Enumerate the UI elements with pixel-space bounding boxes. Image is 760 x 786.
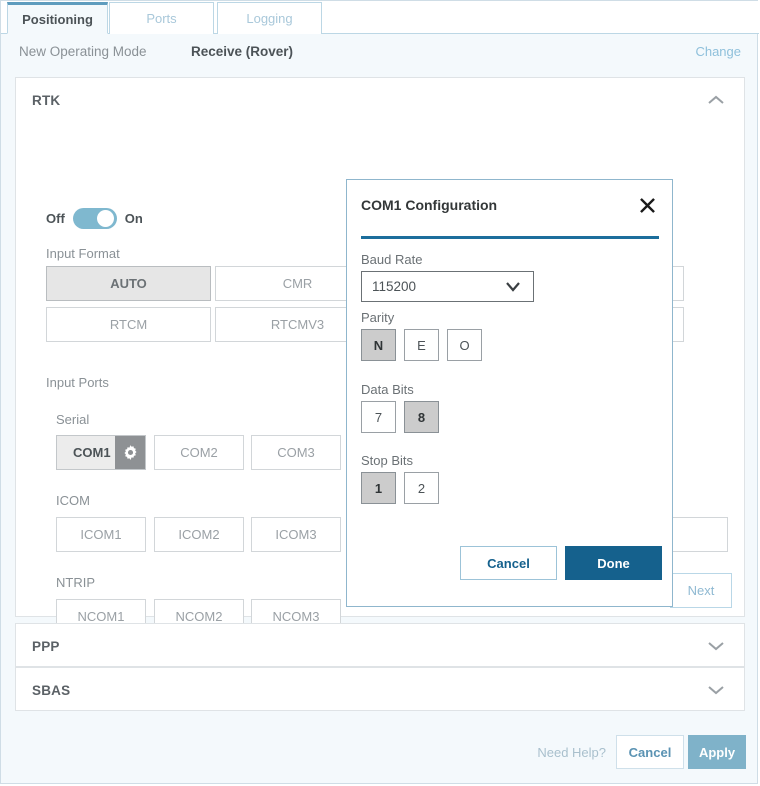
port-button-icom1-label: ICOM1 (80, 527, 122, 542)
panel-rtk-title: RTK (32, 92, 61, 108)
panel-sbas: SBAS (15, 667, 745, 711)
port-button-icom3-label: ICOM3 (275, 527, 317, 542)
serial-group-label: Serial (56, 412, 90, 427)
tab-logging[interactable]: Logging (217, 2, 322, 34)
parity-option-n[interactable]: N (361, 329, 396, 361)
change-mode-link[interactable]: Change (695, 44, 741, 59)
tab-positioning-label: Positioning (22, 11, 93, 27)
application-window: Positioning Ports Logging New Operating … (0, 0, 759, 785)
input-format-option-rtcmv3-label: RTCMV3 (270, 317, 325, 332)
chevron-down-icon (505, 281, 521, 293)
data-bits-option-7-label: 7 (374, 409, 383, 425)
rtk-toggle-switch[interactable] (72, 207, 117, 229)
parity-option-e[interactable]: E (404, 329, 439, 361)
dialog-done-button[interactable]: Done (565, 546, 662, 580)
data-bits-option-8-label: 8 (417, 409, 426, 425)
close-icon[interactable] (636, 194, 658, 216)
dialog-done-label: Done (597, 555, 630, 571)
port-button-com3[interactable]: COM3 (251, 435, 341, 470)
panel-sbas-title: SBAS (32, 682, 71, 698)
data-bits-option-7[interactable]: 7 (361, 401, 396, 433)
port-button-icom2-label: ICOM2 (178, 527, 220, 542)
parity-label: Parity (361, 310, 395, 325)
dialog-cancel-button[interactable]: Cancel (460, 546, 557, 580)
icom-group-label: ICOM (56, 493, 90, 508)
footer-bar: Need Help? Cancel Apply (1, 719, 759, 785)
port-button-ncom2-label: NCOM2 (175, 609, 223, 624)
operating-mode-bar: New Operating Mode Receive (Rover) Chang… (1, 35, 759, 71)
port-button-icom1[interactable]: ICOM1 (56, 517, 146, 552)
stop-bits-option-2[interactable]: 2 (404, 472, 439, 504)
apply-button-label: Apply (698, 744, 736, 760)
gear-icon[interactable] (115, 436, 145, 469)
next-button-label: Next (687, 583, 715, 598)
baud-rate-label: Baud Rate (361, 252, 423, 267)
parity-option-n-label: N (373, 337, 384, 353)
rtk-toggle-knob (96, 209, 114, 227)
tab-ports-label: Ports (146, 11, 177, 26)
stop-bits-option-2-label: 2 (417, 480, 426, 496)
com1-configuration-dialog: COM1 Configuration Baud Rate 115200 Pari… (346, 179, 673, 607)
panel-ppp-header[interactable]: PPP (16, 624, 744, 668)
dialog-title: COM1 Configuration (361, 197, 498, 213)
input-format-option-rtcm[interactable]: RTCM (46, 307, 211, 342)
port-button-icom3[interactable]: ICOM3 (251, 517, 341, 552)
parity-option-o[interactable]: O (447, 329, 482, 361)
input-format-label: Input Format (46, 246, 120, 261)
port-button-com2-label: COM2 (180, 445, 218, 460)
input-ports-label: Input Ports (46, 375, 109, 390)
stop-bits-label: Stop Bits (361, 453, 414, 468)
port-button-ncom1-label: NCOM1 (77, 609, 125, 624)
apply-button[interactable]: Apply (688, 735, 746, 769)
port-button-ncom3-label: NCOM3 (272, 609, 320, 624)
panel-rtk-header[interactable]: RTK (16, 78, 744, 122)
port-button-com3-label: COM3 (277, 445, 315, 460)
tab-positioning[interactable]: Positioning (7, 2, 108, 34)
parity-option-o-label: O (459, 337, 470, 353)
chevron-down-icon[interactable] (706, 640, 726, 652)
chevron-up-icon[interactable] (706, 94, 726, 106)
operating-mode-value: Receive (Rover) (191, 44, 294, 59)
data-bits-label: Data Bits (361, 382, 414, 397)
rtk-toggle-off-label: Off (46, 210, 65, 226)
port-button-com1-label: COM1 (73, 445, 111, 460)
rtk-toggle-row: Off On (46, 206, 143, 230)
input-format-option-cmr-label: CMR (282, 276, 313, 291)
baud-rate-select[interactable]: 115200 (361, 271, 534, 302)
dialog-divider (361, 236, 659, 239)
baud-rate-value: 115200 (372, 279, 417, 294)
panel-ppp-title: PPP (32, 638, 60, 654)
parity-option-e-label: E (417, 337, 426, 353)
input-format-option-rtcm-label: RTCM (109, 317, 148, 332)
operating-mode-label: New Operating Mode (19, 44, 147, 59)
stop-bits-option-1-label: 1 (374, 480, 383, 496)
chevron-down-icon[interactable] (706, 684, 726, 696)
rtk-toggle-on-label: On (124, 210, 143, 226)
port-button-com1[interactable]: COM1 (56, 435, 146, 470)
port-button-icom2[interactable]: ICOM2 (154, 517, 244, 552)
next-button[interactable]: Next (670, 573, 732, 608)
stop-bits-option-1[interactable]: 1 (361, 472, 396, 504)
need-help-link[interactable]: Need Help? (537, 745, 606, 760)
cancel-button[interactable]: Cancel (616, 735, 684, 769)
dialog-cancel-label: Cancel (487, 555, 530, 571)
port-button-com2[interactable]: COM2 (154, 435, 244, 470)
tab-logging-label: Logging (246, 11, 293, 26)
data-bits-option-8[interactable]: 8 (404, 401, 439, 433)
panel-ppp: PPP (15, 623, 745, 667)
input-format-option-auto-label: AUTO (110, 276, 147, 291)
panel-sbas-header[interactable]: SBAS (16, 668, 744, 712)
tab-strip: Positioning Ports Logging (1, 1, 759, 34)
ntrip-group-label: NTRIP (56, 575, 95, 590)
cancel-button-label: Cancel (628, 744, 672, 760)
tab-ports[interactable]: Ports (109, 2, 214, 34)
input-format-option-auto[interactable]: AUTO (46, 266, 211, 301)
